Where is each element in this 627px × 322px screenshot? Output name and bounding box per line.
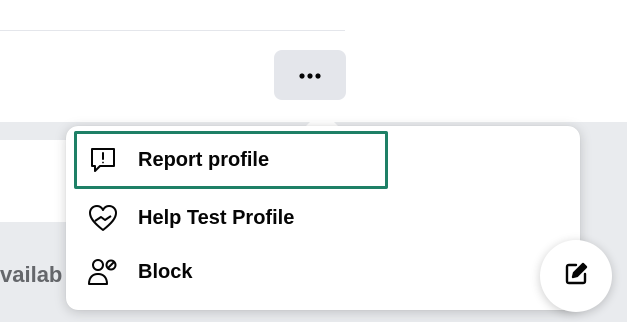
menu-item-label: Help Test Profile: [138, 206, 295, 229]
more-horizontal-icon: [299, 66, 321, 84]
report-icon: [86, 143, 120, 177]
menu-item-report-profile[interactable]: Report profile: [86, 138, 269, 182]
menu-item-help-profile[interactable]: Help Test Profile: [86, 196, 294, 240]
heart-icon: [86, 201, 120, 235]
menu-item-label: Report profile: [138, 148, 270, 171]
menu-item-label: Block: [138, 260, 193, 283]
compose-icon: [562, 260, 590, 293]
menu-item-block[interactable]: Block: [86, 250, 192, 294]
block-user-icon: [86, 255, 120, 289]
divider: [0, 30, 345, 31]
compose-button[interactable]: [540, 240, 612, 312]
partial-section-heading: vailab: [0, 262, 63, 287]
menu-caret: [306, 110, 338, 126]
profile-options-menu: Report profile Help Test Profile Block: [66, 126, 580, 310]
more-options-button[interactable]: [274, 50, 346, 100]
